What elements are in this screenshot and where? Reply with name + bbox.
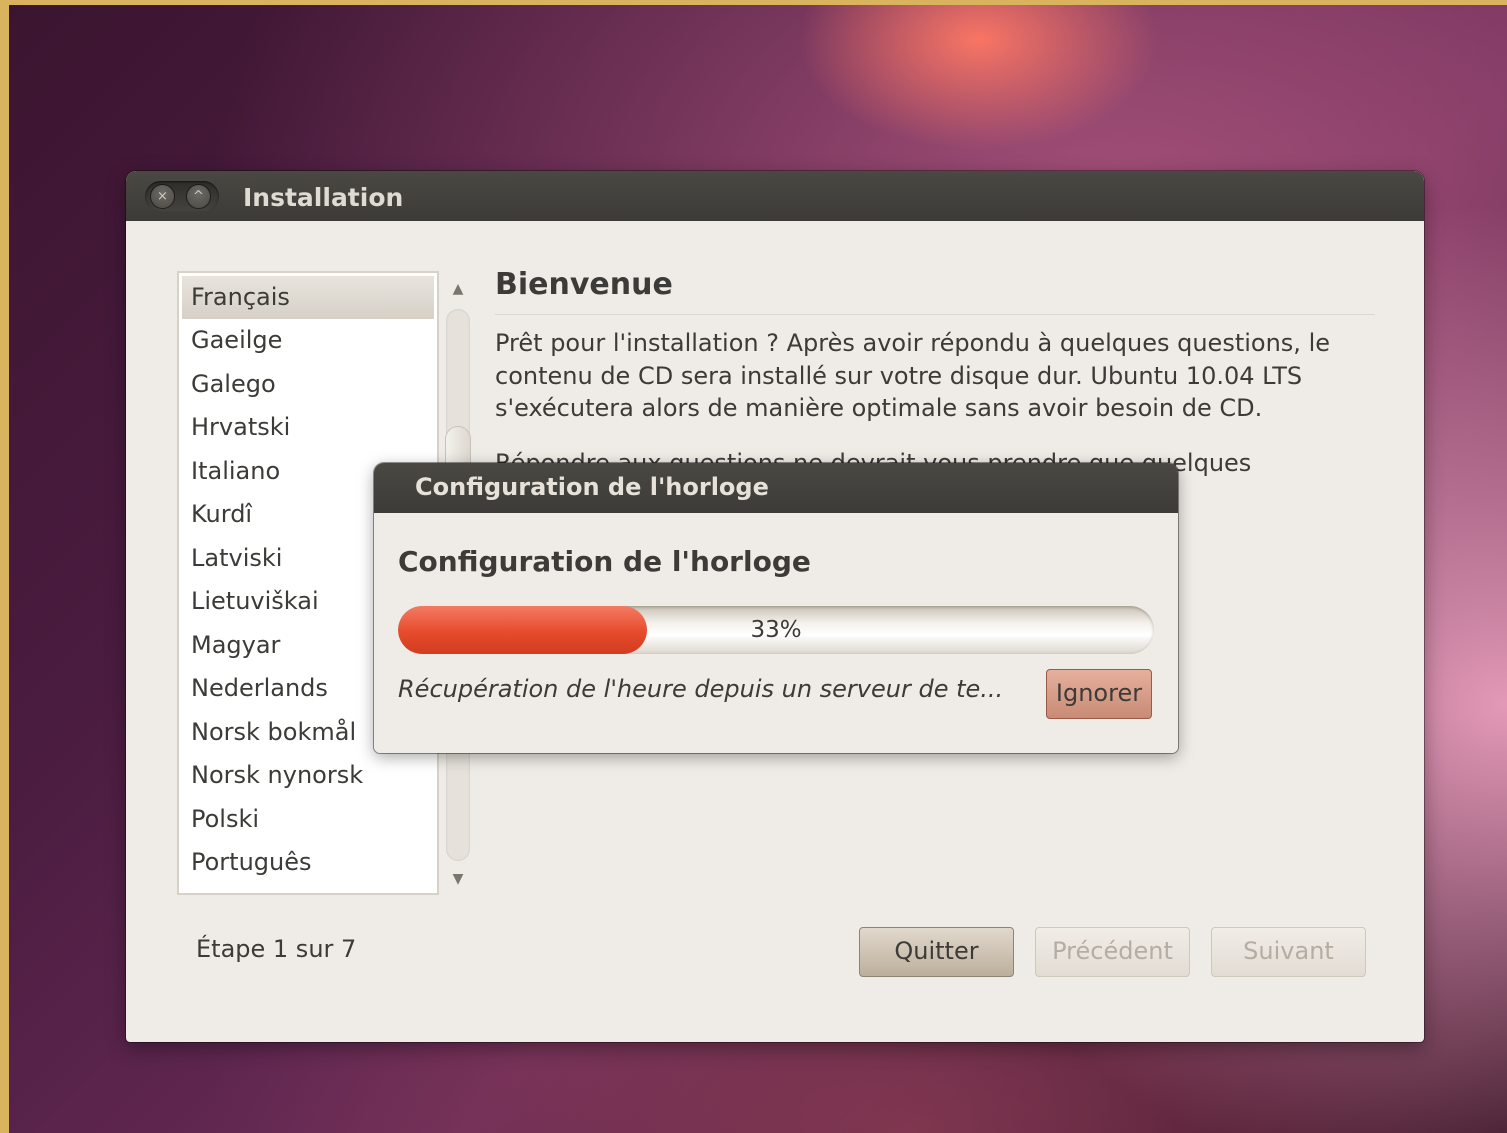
window-titlebar[interactable]: × ^ Installation xyxy=(126,171,1424,221)
clock-config-dialog: Configuration de l'horloge Configuration… xyxy=(374,463,1178,753)
next-button[interactable]: Suivant xyxy=(1211,927,1366,977)
dialog-heading: Configuration de l'horloge xyxy=(398,545,811,578)
previous-button[interactable]: Précédent xyxy=(1035,927,1190,977)
language-item[interactable]: Português xyxy=(179,841,437,885)
ignore-button[interactable]: Ignorer xyxy=(1046,669,1152,719)
language-item[interactable]: Galego xyxy=(179,363,437,407)
quit-button[interactable]: Quitter xyxy=(859,927,1014,977)
language-item[interactable]: Norsk nynorsk xyxy=(179,754,437,798)
progress-percent: 33% xyxy=(750,617,802,643)
welcome-text: Prêt pour l'installation ? Après avoir r… xyxy=(495,329,1330,422)
desktop-background: × ^ Installation Français Gaeilge Galego Hr… xyxy=(9,5,1507,1133)
dialog-titlebar[interactable]: Configuration de l'horloge xyxy=(374,463,1178,513)
language-item[interactable]: Gaeilge xyxy=(179,319,437,363)
step-indicator: Étape 1 sur 7 xyxy=(196,935,357,963)
window-controls: × ^ xyxy=(145,181,219,212)
heading-divider xyxy=(495,314,1375,315)
welcome-heading: Bienvenue xyxy=(495,267,673,302)
language-item[interactable]: Polski xyxy=(179,798,437,842)
minimize-icon[interactable]: ^ xyxy=(187,185,210,208)
dialog-title: Configuration de l'horloge xyxy=(415,473,769,501)
scroll-up-icon[interactable]: ▲ xyxy=(442,281,474,297)
close-icon[interactable]: × xyxy=(151,185,174,208)
language-item[interactable]: Hrvatski xyxy=(179,406,437,450)
window-title: Installation xyxy=(243,183,404,212)
scroll-down-icon[interactable]: ▼ xyxy=(442,871,474,887)
language-item-selected[interactable]: Français xyxy=(182,276,434,319)
progress-bar: 33% xyxy=(398,606,1154,654)
dialog-status-text: Récupération de l'heure depuis un serveu… xyxy=(398,675,1004,703)
